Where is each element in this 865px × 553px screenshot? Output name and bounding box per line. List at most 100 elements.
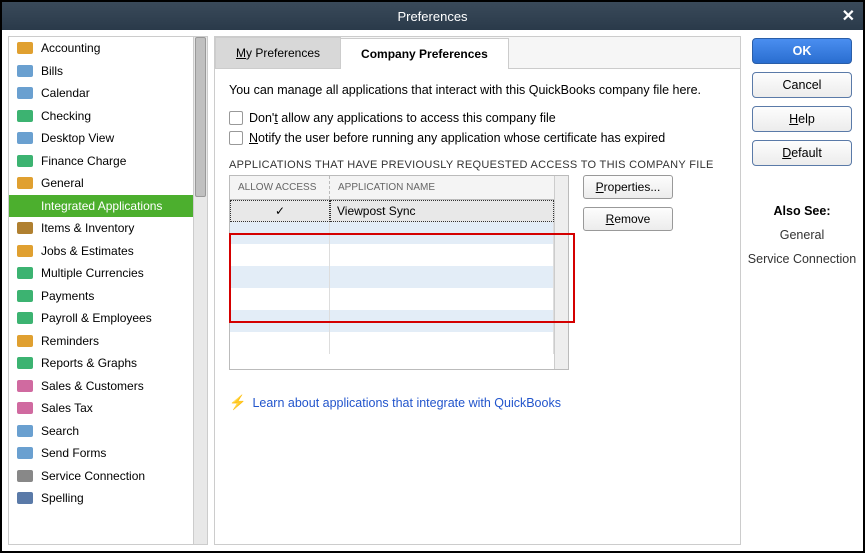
also-see: Also See: General Service Connection xyxy=(748,204,856,276)
sidebar-item-label: Desktop View xyxy=(41,131,114,145)
table-buttons: Properties... Remove xyxy=(583,175,673,370)
sidebar-item-label: Jobs & Estimates xyxy=(41,244,134,258)
table-row[interactable] xyxy=(230,310,554,332)
sidebar-item-reports-graphs[interactable]: Reports & Graphs xyxy=(9,352,193,375)
sidebar-item-label: General xyxy=(41,176,84,190)
sidebar-item-payments[interactable]: Payments xyxy=(9,285,193,308)
remove-button[interactable]: Remove xyxy=(583,207,673,231)
main-panel: My Preferences Company Preferences You c… xyxy=(214,36,741,545)
cell-allow-access xyxy=(230,244,330,266)
spell-icon xyxy=(15,490,35,506)
applications-area: ALLOW ACCESS APPLICATION NAME ✓Viewpost … xyxy=(229,175,726,370)
sidebar-item-finance-charge[interactable]: Finance Charge xyxy=(9,150,193,173)
sidebar-scrollbar[interactable] xyxy=(193,37,207,544)
sidebar-scroll-thumb[interactable] xyxy=(195,37,206,197)
sales-icon xyxy=(15,378,35,394)
sidebar-item-label: Sales Tax xyxy=(41,401,93,415)
sidebar-item-multiple-currencies[interactable]: Multiple Currencies xyxy=(9,262,193,285)
checkbox-notify-expired[interactable]: Notify the user before running any appli… xyxy=(229,131,726,145)
sidebar-item-spelling[interactable]: Spelling xyxy=(9,487,193,510)
ledger-icon xyxy=(15,40,35,56)
bolt-icon: ⚡ xyxy=(229,394,246,411)
also-see-title: Also See: xyxy=(748,204,856,218)
preferences-window: Preferences ✕ Accounting Bills Calendar Che… xyxy=(0,0,865,553)
sidebar-item-desktop-view[interactable]: Desktop View xyxy=(9,127,193,150)
properties-button[interactable]: Properties... xyxy=(583,175,673,199)
sidebar-list[interactable]: Accounting Bills Calendar Checking Desktop V… xyxy=(9,37,193,544)
table-row[interactable]: ✓Viewpost Sync xyxy=(230,200,554,222)
table-body[interactable]: ✓Viewpost Sync xyxy=(230,200,554,369)
sidebar-item-label: Checking xyxy=(41,109,91,123)
sidebar-item-general[interactable]: General xyxy=(9,172,193,195)
tabs: My Preferences Company Preferences xyxy=(215,37,740,69)
sidebar-item-service-connection[interactable]: Service Connection xyxy=(9,465,193,488)
sidebar-item-sales-customers[interactable]: Sales & Customers xyxy=(9,375,193,398)
estimate-icon xyxy=(15,243,35,259)
sidebar-item-label: Service Connection xyxy=(41,469,145,483)
cell-application-name xyxy=(330,310,554,332)
table-scrollbar[interactable] xyxy=(554,176,568,369)
sidebar-item-send-forms[interactable]: Send Forms xyxy=(9,442,193,465)
window-body: Accounting Bills Calendar Checking Desktop V… xyxy=(2,30,863,551)
also-see-service-connection[interactable]: Service Connection xyxy=(748,252,856,266)
checkbox-dont-allow[interactable]: Don't allow any applications to access t… xyxy=(229,111,726,125)
default-button[interactable]: Default xyxy=(752,140,852,166)
sidebar-item-label: Send Forms xyxy=(41,446,106,460)
sidebar-item-label: Finance Charge xyxy=(41,154,126,168)
help-button[interactable]: Help xyxy=(752,106,852,132)
sidebar-item-integrated-applications[interactable]: Integrated Applications xyxy=(9,195,193,218)
sidebar-item-label: Spelling xyxy=(41,491,84,505)
sidebar-item-label: Accounting xyxy=(41,41,100,55)
send-icon xyxy=(15,445,35,461)
table-row[interactable] xyxy=(230,222,554,244)
col-allow-access: ALLOW ACCESS xyxy=(230,176,330,199)
tab-company-preferences[interactable]: Company Preferences xyxy=(340,38,509,69)
table-row[interactable] xyxy=(230,288,554,310)
sidebar-item-label: Integrated Applications xyxy=(41,199,162,213)
cell-application-name: Viewpost Sync xyxy=(330,200,554,222)
cell-allow-access xyxy=(230,332,330,354)
sidebar-item-search[interactable]: Search xyxy=(9,420,193,443)
cancel-button[interactable]: Cancel xyxy=(752,72,852,98)
sidebar-item-label: Calendar xyxy=(41,86,90,100)
currency-icon xyxy=(15,265,35,281)
cell-application-name xyxy=(330,288,554,310)
sidebar-item-bills[interactable]: Bills xyxy=(9,60,193,83)
sidebar-item-payroll-employees[interactable]: Payroll & Employees xyxy=(9,307,193,330)
sidebar-item-label: Payments xyxy=(41,289,94,303)
intro-text: You can manage all applications that int… xyxy=(229,83,726,97)
also-see-general[interactable]: General xyxy=(748,228,856,242)
sidebar-item-checking[interactable]: Checking xyxy=(9,105,193,128)
cell-allow-access xyxy=(230,222,330,244)
category-sidebar: Accounting Bills Calendar Checking Desktop V… xyxy=(8,36,208,545)
titlebar: Preferences ✕ xyxy=(2,2,863,30)
learn-link[interactable]: Learn about applications that integrate … xyxy=(252,396,561,410)
sidebar-item-label: Search xyxy=(41,424,79,438)
payment-icon xyxy=(15,288,35,304)
checkbox-icon[interactable] xyxy=(229,131,243,145)
checkbox-icon[interactable] xyxy=(229,111,243,125)
sidebar-item-label: Items & Inventory xyxy=(41,221,134,235)
sidebar-item-label: Multiple Currencies xyxy=(41,266,144,280)
ok-button[interactable]: OK xyxy=(752,38,852,64)
sidebar-item-calendar[interactable]: Calendar xyxy=(9,82,193,105)
sidebar-item-jobs-estimates[interactable]: Jobs & Estimates xyxy=(9,240,193,263)
window-title: Preferences xyxy=(397,9,467,24)
col-application-name: APPLICATION NAME xyxy=(330,176,554,199)
tab-my-preferences[interactable]: My Preferences xyxy=(215,37,341,68)
sidebar-item-label: Payroll & Employees xyxy=(41,311,152,325)
sidebar-item-accounting[interactable]: Accounting xyxy=(9,37,193,60)
table-row[interactable] xyxy=(230,266,554,288)
sidebar-item-sales-tax[interactable]: Sales Tax xyxy=(9,397,193,420)
table-row[interactable] xyxy=(230,332,554,354)
close-icon[interactable]: ✕ xyxy=(842,6,855,26)
chart-icon xyxy=(15,355,35,371)
learn-link-row: ⚡ Learn about applications that integrat… xyxy=(229,394,726,411)
sidebar-item-reminders[interactable]: Reminders xyxy=(9,330,193,353)
plug-icon xyxy=(15,198,35,214)
table-row[interactable] xyxy=(230,244,554,266)
cell-allow-access xyxy=(230,310,330,332)
sidebar-item-items-inventory[interactable]: Items & Inventory xyxy=(9,217,193,240)
cell-application-name xyxy=(330,332,554,354)
sidebar-item-label: Reports & Graphs xyxy=(41,356,137,370)
